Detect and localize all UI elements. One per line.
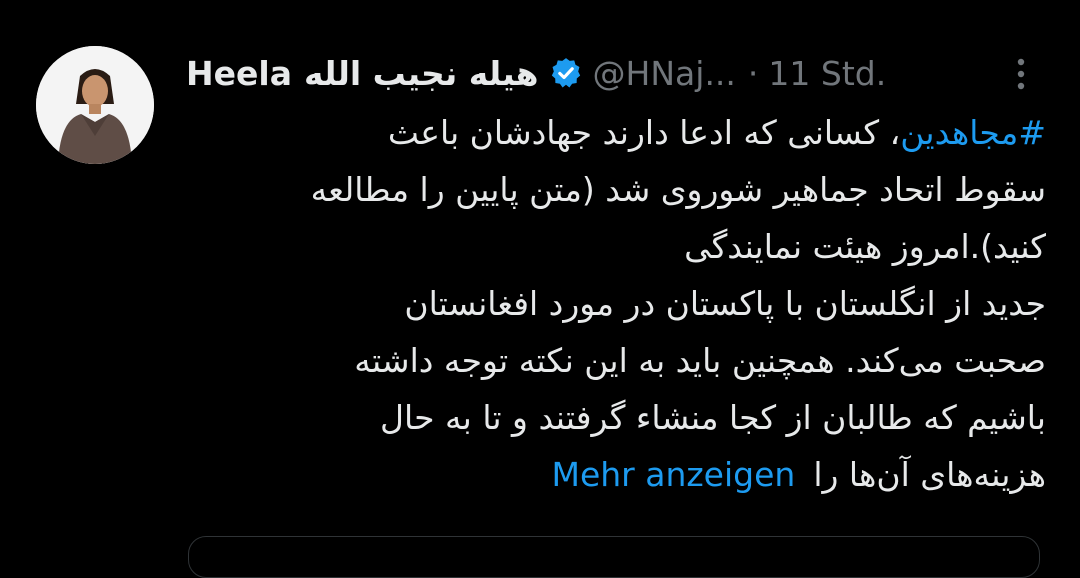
separator-dot: ·: [747, 53, 759, 93]
timestamp[interactable]: 11 Std.: [768, 54, 886, 93]
tweet-header: Heela هیله نجیب الله @HNaj... · 11 Std.: [186, 48, 886, 98]
tweet-line-1: #مجاهدین، کسانی که ادعا دارند جهادشان با…: [186, 104, 1046, 161]
more-options-icon[interactable]: [1006, 56, 1036, 92]
user-handle[interactable]: @HNaj...: [593, 54, 736, 93]
hashtag-link[interactable]: #مجاهدین: [900, 113, 1046, 152]
tweet-text: #مجاهدین، کسانی که ادعا دارند جهادشان با…: [186, 104, 1046, 503]
tweet-line-2: سقوط اتحاد جماهیر شوروی شد (متن پایین را…: [310, 170, 1046, 209]
tweet-line-7-text: هزینه‌های آن‌ها را: [813, 455, 1046, 494]
tweet-line-6: باشیم که طالبان از کجا منشاء گرفتند و تا…: [380, 398, 1046, 437]
tweet-line-5: صحبت می‌کند. همچنین باید به این نکته توج…: [354, 341, 1046, 380]
tweet-line-1-text: ، کسانی که ادعا دارند جهادشان باعث: [387, 113, 901, 152]
tweet-line-4: جدید از انگلستان با پاکستان در مورد افغا…: [404, 284, 1046, 323]
show-more-link[interactable]: Mehr anzeigen: [551, 455, 795, 494]
tweet-line-3: کنید).امروز هیئت نمایندگی: [684, 227, 1046, 266]
tweet-line-7: هزینه‌های آن‌ها را Mehr anzeigen: [186, 446, 1046, 503]
avatar[interactable]: [36, 46, 154, 164]
tweet[interactable]: Heela هیله نجیب الله @HNaj... · 11 Std. #…: [0, 0, 1080, 578]
avatar-image: [36, 46, 154, 164]
display-name[interactable]: Heela هیله نجیب الله: [186, 54, 539, 93]
display-name-latin: Heela: [186, 53, 292, 93]
quoted-tweet-card[interactable]: [188, 536, 1040, 578]
display-name-persian: هیله نجیب الله: [303, 53, 539, 93]
verified-badge-icon: [551, 58, 580, 88]
